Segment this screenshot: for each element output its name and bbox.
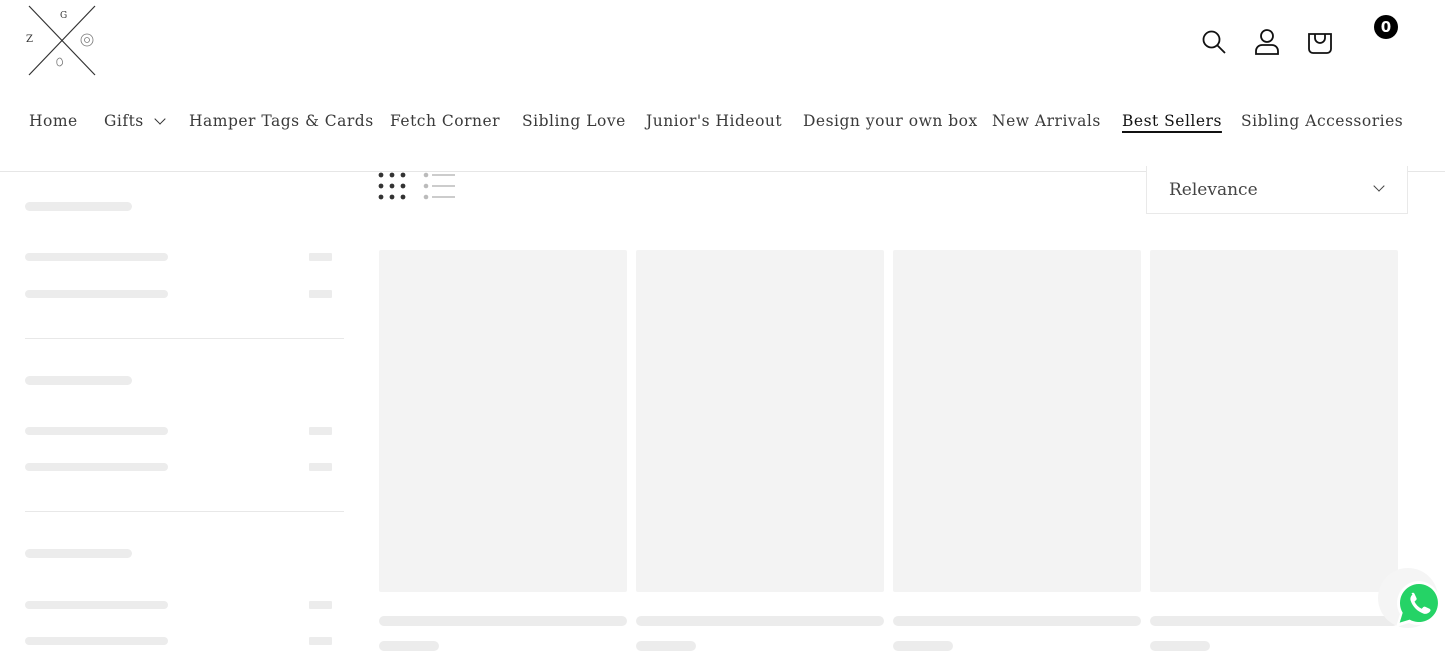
product-price-placeholder (636, 641, 696, 651)
skeleton-count (309, 253, 332, 261)
skeleton-count (309, 290, 332, 298)
skeleton-count (309, 427, 332, 435)
skeleton-line (25, 427, 168, 435)
grid-view-icon[interactable] (378, 172, 408, 202)
skeleton-count (309, 601, 332, 609)
product-title-placeholder (893, 616, 1141, 626)
product-price-placeholder (1150, 641, 1210, 651)
skeleton-line (25, 290, 168, 298)
nav-item-design-your-own-box[interactable]: Design your own box (803, 112, 978, 130)
nav-item-gifts[interactable]: Gifts (104, 112, 166, 130)
nav-item-hamper-tags-cards[interactable]: Hamper Tags & Cards (189, 112, 374, 130)
skeleton-line (25, 253, 168, 261)
nav-item-juniors-hideout[interactable]: Junior's Hideout (646, 112, 782, 130)
product-price-placeholder (893, 641, 953, 651)
product-title-placeholder (1150, 616, 1398, 626)
product-image-placeholder (636, 250, 884, 592)
logo-letter: Z (26, 34, 33, 45)
skeleton-heading (25, 549, 132, 558)
nav-item-gifts-label: Gifts (104, 112, 144, 130)
product-title-placeholder (379, 616, 627, 626)
cart-icon[interactable] (1304, 26, 1336, 58)
nav-item-sibling-love[interactable]: Sibling Love (522, 112, 626, 130)
product-image-placeholder (1150, 250, 1398, 592)
chevron-down-icon (154, 113, 166, 125)
chevron-down-icon (1373, 180, 1385, 192)
nav-item-best-sellers[interactable]: Best Sellers (1122, 112, 1222, 130)
cart-count-badge: 0 (1374, 15, 1398, 39)
nav-item-sibling-accessories[interactable]: Sibling Accessories (1241, 112, 1403, 130)
store-logo[interactable]: G Z (26, 4, 98, 78)
filter-divider (25, 511, 344, 512)
whatsapp-icon[interactable] (1393, 578, 1445, 630)
skeleton-line (25, 637, 168, 645)
skeleton-line (25, 601, 168, 609)
nav-item-home[interactable]: Home (29, 112, 78, 130)
logo-letter: G (60, 11, 67, 21)
skeleton-heading (25, 202, 132, 211)
skeleton-line (25, 463, 168, 471)
search-icon[interactable] (1198, 26, 1230, 58)
product-image-placeholder (893, 250, 1141, 592)
product-title-placeholder (636, 616, 884, 626)
skeleton-heading (25, 376, 132, 385)
account-icon[interactable] (1251, 26, 1283, 58)
skeleton-count (309, 463, 332, 471)
sort-selected-value: Relevance (1169, 179, 1258, 200)
sort-select[interactable]: Relevance (1146, 166, 1408, 214)
filter-divider (25, 338, 344, 339)
nav-item-new-arrivals[interactable]: New Arrivals (992, 112, 1101, 130)
product-price-placeholder (379, 641, 439, 651)
product-image-placeholder (379, 250, 627, 592)
list-view-icon[interactable] (422, 172, 456, 202)
skeleton-count (309, 637, 332, 645)
nav-item-fetch-corner[interactable]: Fetch Corner (390, 112, 500, 130)
